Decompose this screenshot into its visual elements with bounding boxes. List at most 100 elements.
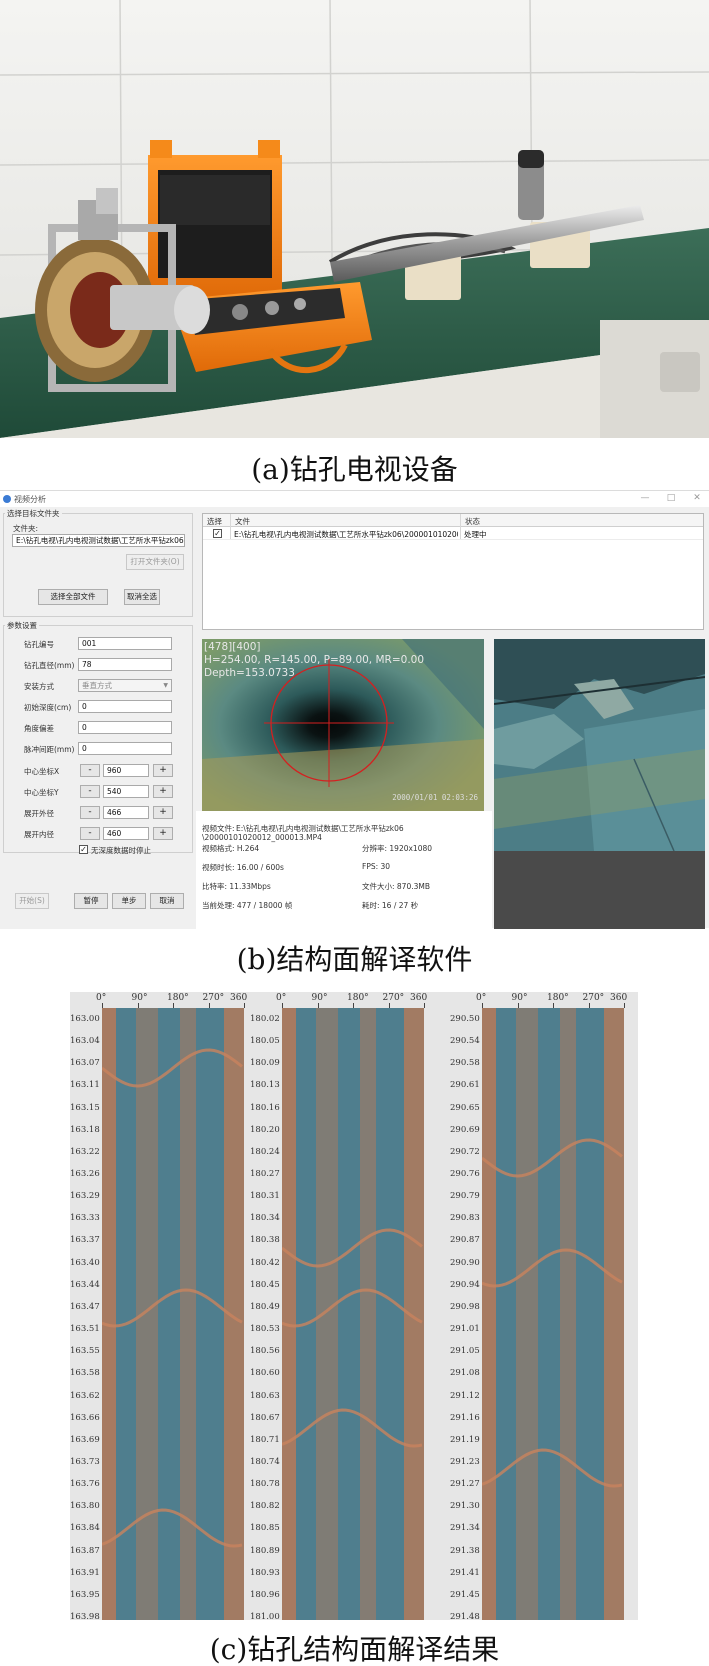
borehole-log-results: 0° 90° 180° 270° 360 163.00 163.04 163.07 163.11…: [70, 992, 638, 1622]
depth-label: 163.95: [70, 1589, 100, 1600]
outer-minus-button[interactable]: -: [80, 806, 100, 819]
depth-label: 180.85: [250, 1523, 280, 1534]
outer-input[interactable]: 466: [103, 806, 149, 819]
depth-label: 180.82: [250, 1501, 280, 1512]
depth-label: 163.26: [70, 1169, 100, 1180]
depth-label: 163.84: [70, 1523, 100, 1534]
inner-plus-button[interactable]: +: [153, 827, 173, 840]
depth-label: 180.78: [250, 1479, 280, 1490]
depth-label: 180.60: [250, 1368, 280, 1379]
unwrapped-rock-texture: [494, 639, 705, 851]
center-y-label: 中心坐标Y: [24, 788, 59, 797]
depth-label: 290.50: [450, 1014, 480, 1024]
maximize-icon[interactable]: □: [664, 493, 678, 503]
cancel-button[interactable]: 取消: [150, 893, 184, 909]
select-all-files-button[interactable]: 选择全部文件: [38, 589, 108, 605]
start-button[interactable]: 开始(S): [15, 893, 49, 909]
unselect-all-button[interactable]: 取消全选: [124, 589, 160, 605]
depth-label: 163.55: [70, 1346, 100, 1357]
depth-label: 163.11: [70, 1080, 100, 1091]
center-x-input[interactable]: 960: [103, 764, 149, 777]
close-icon[interactable]: ✕: [690, 493, 704, 503]
angle-tick-mark: [244, 1003, 245, 1008]
unrolled-core-image: [102, 1008, 244, 1620]
depth-label: 180.63: [250, 1390, 280, 1401]
inner-minus-button[interactable]: -: [80, 827, 100, 840]
table-row[interactable]: ✓ E:\钻孔电视\孔内电视测试数据\工艺所水平钻zk06\2000010102…: [203, 527, 703, 540]
depth-label: 180.05: [250, 1036, 280, 1047]
depth-label: 163.29: [70, 1191, 100, 1202]
pulse-input[interactable]: 0: [78, 742, 172, 755]
stop-no-depth-checkbox[interactable]: ✓: [79, 845, 88, 854]
depth-label: 290.79: [450, 1191, 480, 1202]
inner-input[interactable]: 460: [103, 827, 149, 840]
stop-no-depth-label: 无深度数据时停止: [91, 846, 151, 855]
depth-label: 180.67: [250, 1412, 280, 1423]
depth-label: 180.13: [250, 1080, 280, 1091]
depth-label: 163.66: [70, 1412, 100, 1423]
open-folder-button[interactable]: 打开文件夹(O): [126, 554, 184, 570]
install-select-value: 垂直方式: [82, 681, 112, 690]
center-y-plus-button[interactable]: +: [153, 785, 173, 798]
header-select[interactable]: 选择: [207, 516, 222, 527]
folder-path-input[interactable]: E:\钻孔电视\孔内电视测试数据\工艺所水平钻zk06: [12, 534, 185, 547]
center-x-minus-button[interactable]: -: [80, 764, 100, 777]
minimize-icon[interactable]: —: [638, 493, 652, 503]
overlay-depth: Depth=153.0733: [204, 667, 295, 679]
info-format: 视频格式: H.264: [202, 844, 260, 853]
header-file[interactable]: 文件: [235, 516, 250, 527]
hole-id-input[interactable]: 001: [78, 637, 172, 650]
angle-tick-label: 0°: [276, 993, 287, 1003]
depth-label: 163.37: [70, 1235, 100, 1246]
depth-label: 290.90: [450, 1257, 480, 1268]
angle-tick-mark: [424, 1003, 425, 1008]
app-icon: [3, 495, 11, 503]
depth-label: 290.83: [450, 1213, 480, 1224]
center-y-minus-button[interactable]: -: [80, 785, 100, 798]
diameter-input[interactable]: 78: [78, 658, 172, 671]
left-settings-pane: 选择目标文件夹 文件夹: E:\钻孔电视\孔内电视测试数据\工艺所水平钻zk06…: [0, 507, 196, 929]
log-column-3: 0° 90° 180° 270° 360 290.50 290.54 290.58 290.61…: [450, 992, 628, 1622]
header-status[interactable]: 状态: [465, 516, 480, 527]
depth-label: 163.58: [70, 1368, 100, 1379]
depth-label: 163.00: [70, 1014, 100, 1024]
depth-label: 180.89: [250, 1545, 280, 1556]
center-y-input[interactable]: 540: [103, 785, 149, 798]
overlay-frame-index: [478][400]: [204, 641, 261, 653]
angle-tick-mark: [624, 1003, 625, 1008]
info-duration: 视频时长: 16.00 / 600s: [202, 863, 284, 872]
pulse-label: 脉冲间距(mm): [24, 745, 75, 754]
caption-a: (a)钻孔电视设备: [251, 453, 458, 486]
depth-label: 163.44: [70, 1279, 100, 1290]
info-fps: FPS: 30: [362, 862, 391, 871]
depth-label: 163.40: [70, 1257, 100, 1268]
center-x-label: 中心坐标X: [24, 767, 60, 776]
outer-plus-button[interactable]: +: [153, 806, 173, 819]
init-depth-input[interactable]: 0: [78, 700, 172, 713]
depth-label: 291.16: [450, 1412, 480, 1423]
pause-button[interactable]: 暂停: [74, 893, 108, 909]
unrolled-core-image: [482, 1008, 624, 1620]
depth-label: 180.16: [250, 1102, 280, 1113]
angle-tick-label: 360: [230, 993, 248, 1003]
row-status: 处理中: [464, 530, 487, 539]
overlay-orientation: H=254.00, R=145.00, P=89.00, MR=0.00: [204, 654, 425, 666]
depth-label: 180.31: [250, 1191, 280, 1202]
angle-input[interactable]: 0: [78, 721, 172, 734]
depth-label: 180.20: [250, 1124, 280, 1135]
angle-tick-label: 360: [410, 993, 428, 1003]
depth-label: 180.02: [250, 1014, 280, 1024]
row-select-checkbox[interactable]: ✓: [213, 529, 222, 538]
step-button[interactable]: 单步: [112, 893, 146, 909]
depth-label: 180.93: [250, 1567, 280, 1578]
hole-id-label: 钻孔编号: [24, 640, 54, 649]
depth-label: 163.69: [70, 1434, 100, 1445]
chevron-down-icon: ▼: [163, 682, 168, 689]
folder-label: 文件夹:: [13, 524, 39, 533]
angle-tick-label: 90°: [311, 993, 328, 1003]
info-elapsed: 耗时: 16 / 27 秒: [362, 901, 419, 910]
install-select[interactable]: 垂直方式 ▼: [78, 679, 172, 692]
depth-label: 291.08: [450, 1368, 480, 1379]
dark-status-panel: [494, 851, 705, 929]
center-x-plus-button[interactable]: +: [153, 764, 173, 777]
